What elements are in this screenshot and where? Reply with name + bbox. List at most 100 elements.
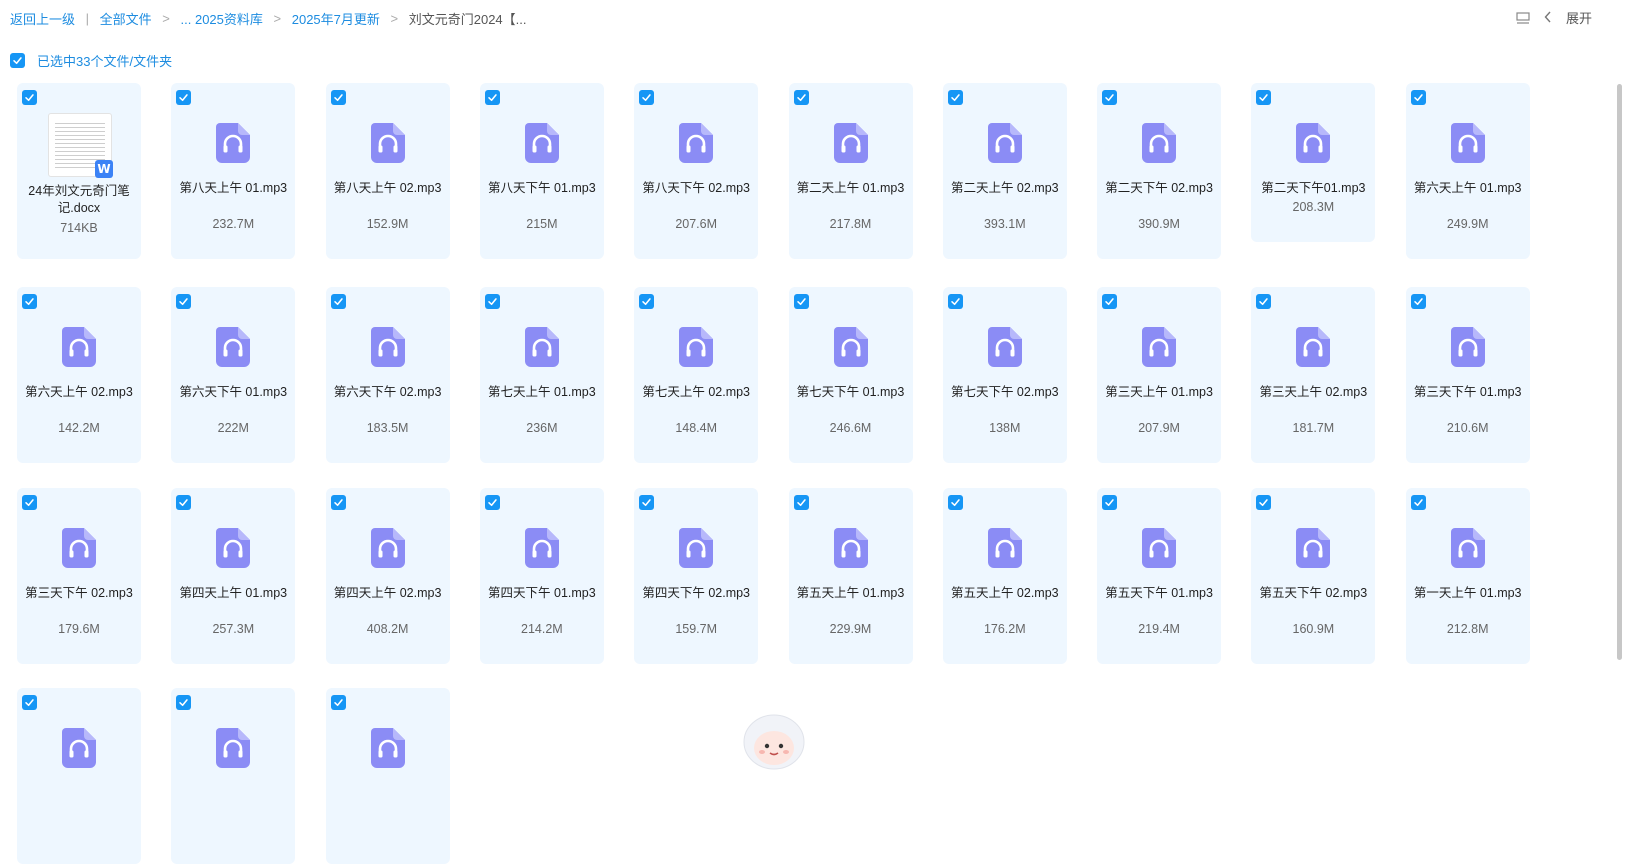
layout-toggle-icon[interactable] [1516, 11, 1530, 24]
file-checkbox[interactable] [176, 695, 192, 710]
file-tile[interactable]: 第五天上午 02.mp3 176.2M [942, 488, 1067, 664]
file-checkbox[interactable] [947, 90, 963, 105]
file-checkbox[interactable] [22, 90, 37, 105]
file-tile[interactable]: 第二天下午01.mp3 208.3M [1251, 83, 1376, 242]
file-checkbox[interactable] [22, 695, 37, 710]
file-checkbox[interactable] [639, 294, 655, 309]
breadcrumb-separator: | [85, 11, 90, 26]
file-tile[interactable]: 第二天下午 02.mp3 390.9M [1097, 83, 1222, 259]
file-checkbox[interactable] [22, 294, 37, 309]
file-tile[interactable]: 第八天下午 01.mp3 215M [479, 83, 604, 259]
audio-file-icon [1450, 327, 1485, 367]
file-checkbox[interactable] [1410, 495, 1426, 510]
file-checkbox[interactable] [176, 294, 192, 309]
file-tile[interactable]: 第二天上午 02.mp3 393.1M [942, 83, 1067, 259]
breadcrumb-july-update[interactable]: 2025年7月更新 [292, 12, 380, 27]
file-checkbox[interactable] [793, 294, 809, 309]
file-tile[interactable]: 第三天下午 01.mp3 210.6M [1405, 287, 1530, 463]
file-tile[interactable]: 第三天下午 02.mp3 179.6M [17, 488, 141, 664]
file-tile[interactable]: 第四天下午 01.mp3 214.2M [479, 488, 604, 664]
file-checkbox[interactable] [639, 495, 655, 510]
selection-count: 已选中33个文件/文件夹 [37, 54, 173, 69]
file-checkbox[interactable] [947, 294, 963, 309]
file-tile[interactable]: 第八天下午 02.mp3 207.6M [634, 83, 759, 259]
file-name: 第二天上午 01.mp3 [796, 181, 905, 195]
file-tile[interactable]: W 24年刘文元奇门笔记.docx 714KB [17, 83, 141, 259]
file-tile[interactable]: 第七天下午 02.mp3 138M [942, 287, 1067, 463]
file-checkbox[interactable] [330, 90, 346, 105]
file-tile[interactable]: 第七天下午 01.mp3 246.6M [788, 287, 913, 463]
audio-file-icon [1296, 528, 1331, 568]
select-all-row: 已选中33个文件/文件夹 [10, 51, 172, 70]
file-name: 第二天上午 02.mp3 [950, 181, 1059, 195]
file-tile[interactable]: 第三天上午 01.mp3 207.9M [1097, 287, 1222, 463]
file-tile[interactable] [17, 688, 141, 864]
file-checkbox[interactable] [947, 495, 963, 510]
back-link[interactable]: 返回上一级 [10, 12, 75, 27]
file-tile[interactable]: 第五天下午 02.mp3 160.9M [1251, 488, 1376, 664]
file-checkbox[interactable] [1256, 90, 1272, 105]
file-tile[interactable]: 第六天下午 02.mp3 183.5M [325, 287, 450, 463]
file-tile[interactable]: 第六天上午 01.mp3 249.9M [1405, 83, 1530, 259]
file-checkbox[interactable] [330, 695, 346, 710]
file-tile[interactable]: 第四天下午 02.mp3 159.7M [634, 488, 759, 664]
file-tile[interactable]: 第一天上午 01.mp3 212.8M [1405, 488, 1530, 664]
breadcrumb-library[interactable]: ... 2025资料库 [181, 12, 263, 27]
file-checkbox[interactable] [1102, 294, 1118, 309]
select-all-checkbox[interactable] [10, 53, 25, 68]
file-checkbox[interactable] [1256, 495, 1272, 510]
audio-file-icon [833, 123, 868, 163]
file-name: 第七天下午 02.mp3 [950, 385, 1059, 399]
file-checkbox[interactable] [1256, 294, 1272, 309]
file-tile[interactable] [171, 688, 296, 864]
file-size: 207.9M [1138, 421, 1180, 435]
file-tile[interactable]: 第四天上午 01.mp3 257.3M [171, 488, 296, 664]
file-checkbox[interactable] [484, 294, 500, 309]
file-checkbox[interactable] [176, 90, 192, 105]
file-name: 第七天上午 02.mp3 [642, 385, 751, 399]
audio-file-icon [679, 327, 714, 367]
file-name: 第八天下午 02.mp3 [642, 181, 751, 195]
file-checkbox[interactable] [1410, 294, 1426, 309]
audio-file-icon [216, 728, 251, 768]
file-checkbox[interactable] [639, 90, 655, 105]
file-checkbox[interactable] [793, 495, 809, 510]
file-checkbox[interactable] [22, 495, 37, 510]
file-checkbox[interactable] [793, 90, 809, 105]
scrollbar[interactable] [1617, 84, 1622, 660]
file-tile[interactable]: 第六天下午 01.mp3 222M [171, 287, 296, 463]
file-tile[interactable]: 第七天上午 01.mp3 236M [479, 287, 604, 463]
chevron-left-icon[interactable] [1544, 10, 1552, 26]
file-tile[interactable] [325, 688, 450, 864]
file-checkbox[interactable] [1102, 90, 1118, 105]
file-tile[interactable]: 第八天上午 02.mp3 152.9M [325, 83, 450, 259]
top-bar: 返回上一级 | 全部文件 > ... 2025资料库 > 2025年7月更新 >… [0, 0, 1610, 36]
file-tile[interactable]: 第七天上午 02.mp3 148.4M [634, 287, 759, 463]
file-checkbox[interactable] [330, 495, 346, 510]
file-name: 第三天下午 01.mp3 [1413, 385, 1522, 399]
file-checkbox[interactable] [1102, 495, 1118, 510]
file-tile[interactable]: 第三天上午 02.mp3 181.7M [1251, 287, 1376, 463]
file-size: 176.2M [983, 622, 1026, 636]
file-size: 152.9M [366, 217, 409, 231]
breadcrumb-current-folder: 刘文元奇门2024【... [408, 12, 527, 27]
file-name: 第二天下午01.mp3 [1261, 181, 1366, 195]
file-checkbox[interactable] [176, 495, 192, 510]
file-tile[interactable]: 第五天上午 01.mp3 229.9M [788, 488, 913, 664]
file-name: 24年刘文元奇门笔记.docx [28, 184, 130, 215]
file-tile[interactable]: 第五天下午 01.mp3 219.4M [1097, 488, 1222, 664]
file-tile[interactable]: 第四天上午 02.mp3 408.2M [325, 488, 450, 664]
file-tile[interactable]: 第六天上午 02.mp3 142.2M [17, 287, 141, 463]
file-checkbox[interactable] [484, 90, 500, 105]
file-size: 236M [526, 421, 558, 435]
expand-button[interactable]: 展开 [1566, 8, 1592, 27]
file-tile[interactable]: 第八天上午 01.mp3 232.7M [171, 83, 296, 259]
audio-file-icon [524, 528, 559, 568]
breadcrumb-all-files[interactable]: 全部文件 [100, 12, 152, 27]
audio-file-icon [833, 528, 868, 568]
file-checkbox[interactable] [330, 294, 346, 309]
assistant-mascot[interactable] [741, 712, 807, 774]
file-checkbox[interactable] [1410, 90, 1426, 105]
file-tile[interactable]: 第二天上午 01.mp3 217.8M [788, 83, 913, 259]
file-checkbox[interactable] [484, 495, 500, 510]
